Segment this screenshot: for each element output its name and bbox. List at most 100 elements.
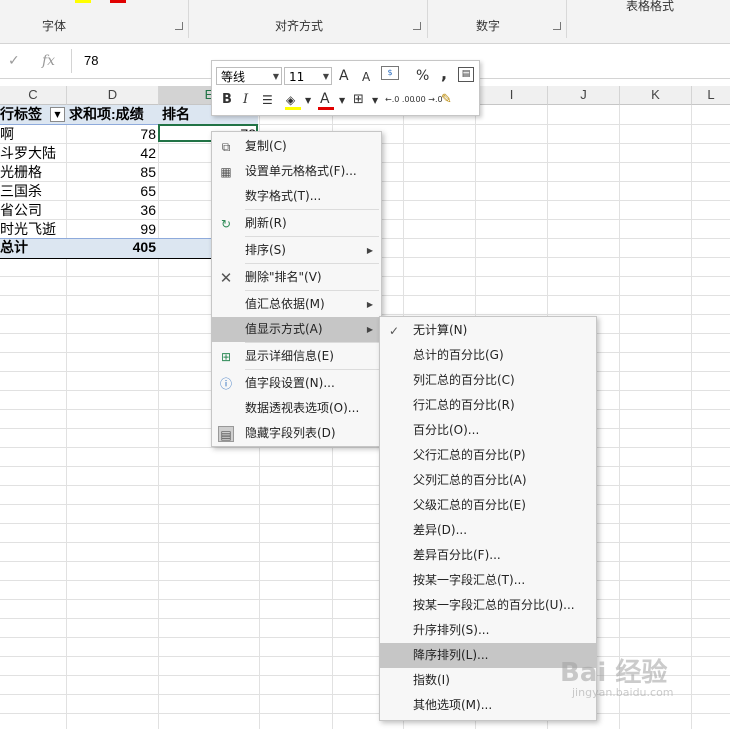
number-dialog-launcher-icon[interactable]: [553, 22, 561, 30]
percent-button[interactable]: %: [416, 67, 429, 85]
submenu-item[interactable]: 总计的百分比(G): [380, 343, 596, 368]
menu-item-format-cells[interactable]: ▦ 设置单元格格式(F)...: [212, 159, 381, 184]
insert-function-icon[interactable]: fx: [42, 53, 55, 69]
fill-color-swatch: [285, 107, 301, 110]
submenu-item[interactable]: 父级汇总的百分比(E): [380, 493, 596, 518]
cancel-icon[interactable]: ✓: [8, 53, 20, 69]
fill-color-dropdown-icon[interactable]: ▼: [305, 92, 311, 110]
italic-button[interactable]: I: [243, 91, 248, 109]
submenu-item[interactable]: 差异(D)...: [380, 518, 596, 543]
submenu-item-label: 升序排列(S)...: [413, 623, 490, 637]
borders-icon[interactable]: ⊞: [353, 91, 364, 109]
menu-item-label: 值显示方式(A): [245, 322, 323, 336]
shrink-font-button[interactable]: A: [362, 68, 370, 86]
font-color-swatch[interactable]: [110, 0, 126, 3]
font-color-button[interactable]: A: [320, 90, 330, 108]
row-value[interactable]: 36: [67, 201, 156, 220]
submenu-item[interactable]: 其他选项(M)...: [380, 693, 596, 718]
submenu-item-label: 行汇总的百分比(R): [413, 398, 515, 412]
format-cells-icon: ▦: [220, 165, 232, 179]
menu-item-show-values-as[interactable]: 值显示方式(A) ▶: [212, 317, 381, 342]
bold-button[interactable]: B: [222, 91, 232, 109]
formula-value: 78: [84, 53, 99, 68]
submenu-item[interactable]: 列汇总的百分比(C): [380, 368, 596, 393]
font-color-dropdown-icon[interactable]: ▼: [339, 92, 345, 110]
menu-item-field-settings[interactable]: ⓘ 值字段设置(N)...: [212, 371, 381, 396]
menu-separator: [245, 236, 379, 237]
grid-row-line: [0, 504, 730, 505]
submenu-item[interactable]: 按某一字段汇总(T)...: [380, 568, 596, 593]
row-label[interactable]: 时光飞逝: [0, 220, 64, 239]
comma-style-button[interactable]: ,: [441, 65, 447, 83]
row-label[interactable]: 三国杀: [0, 182, 64, 201]
row-label[interactable]: 省公司: [0, 201, 64, 220]
grid-row-line: [0, 485, 730, 486]
menu-item-remove-field[interactable]: ✕ 删除"排名"(V): [212, 265, 381, 290]
menu-item-label: 设置单元格格式(F)...: [245, 164, 357, 178]
alignment-dialog-launcher-icon[interactable]: [413, 22, 421, 30]
menu-item-sort[interactable]: 排序(S) ▶: [212, 238, 381, 263]
row-label[interactable]: 啊: [0, 125, 64, 144]
font-name-select[interactable]: 等线 ▼: [216, 67, 282, 85]
row-value[interactable]: 85: [67, 163, 156, 182]
menu-item-label: 值字段设置(N)...: [245, 376, 335, 390]
total-value[interactable]: 405: [67, 238, 156, 257]
decrease-decimal-button[interactable]: .00 →.0: [413, 91, 443, 109]
increase-decimal-button[interactable]: ←.0 .00: [385, 91, 415, 109]
total-label[interactable]: 总计: [0, 238, 64, 257]
font-name-value: 等线: [221, 70, 246, 84]
menu-item-show-details[interactable]: ⊞ 显示详细信息(E): [212, 344, 381, 369]
format-painter-icon[interactable]: ✎: [441, 91, 452, 109]
menu-item-copy[interactable]: ⧉ 复制(C): [212, 134, 381, 159]
menu-item-hide-field-list[interactable]: ▤ 隐藏字段列表(D): [212, 421, 381, 446]
column-header-c[interactable]: C: [0, 86, 67, 105]
menu-item-summarize-by[interactable]: 值汇总依据(M) ▶: [212, 292, 381, 317]
borders-dropdown-icon[interactable]: ▼: [372, 92, 378, 110]
format-painter-table-icon[interactable]: ▤: [458, 67, 474, 82]
font-size-select[interactable]: 11 ▼: [284, 67, 332, 85]
column-header-l[interactable]: L: [692, 86, 730, 105]
row-value[interactable]: 65: [67, 182, 156, 201]
column-header-d[interactable]: D: [67, 86, 159, 105]
submenu-item-label: 降序排列(L)...: [413, 648, 489, 662]
font-color-bar: [318, 107, 334, 110]
menu-item-pivot-options[interactable]: 数据透视表选项(O)...: [212, 396, 381, 421]
center-align-icon[interactable]: ☰: [262, 91, 273, 109]
filter-dropdown-icon[interactable]: ▼: [50, 107, 65, 122]
row-value[interactable]: 78: [67, 125, 156, 144]
row-label[interactable]: 光栅格: [0, 163, 64, 182]
refresh-icon: ↻: [220, 217, 232, 231]
column-header-i[interactable]: I: [476, 86, 548, 105]
submenu-item[interactable]: 百分比(O)...: [380, 418, 596, 443]
ribbon-divider: [566, 0, 567, 38]
column-header-k[interactable]: K: [620, 86, 692, 105]
column-header-j[interactable]: J: [548, 86, 620, 105]
row-value[interactable]: 42: [67, 144, 156, 163]
row-label[interactable]: 斗罗大陆: [0, 144, 64, 163]
submenu-item[interactable]: 行汇总的百分比(R): [380, 393, 596, 418]
menu-separator: [245, 263, 379, 264]
menu-item-label: 数字格式(T)...: [245, 189, 322, 203]
submenu-item[interactable]: 差异百分比(F)...: [380, 543, 596, 568]
font-dialog-launcher-icon[interactable]: [175, 22, 183, 30]
grow-font-button[interactable]: A: [339, 67, 349, 85]
sum-field-header[interactable]: 求和项:成绩: [69, 105, 157, 124]
submenu-item-no-calculation[interactable]: ✓ 无计算(N): [380, 318, 596, 343]
font-size-value: 11: [289, 70, 305, 84]
submenu-item[interactable]: 按某一字段汇总的百分比(U)...: [380, 593, 596, 618]
highlight-color-swatch[interactable]: [75, 0, 91, 3]
accounting-format-icon[interactable]: $: [381, 66, 399, 80]
show-detail-icon: ⊞: [220, 350, 232, 364]
table-format-button[interactable]: 表格格式: [626, 0, 674, 14]
submenu-item[interactable]: 父行汇总的百分比(P): [380, 443, 596, 468]
submenu-item-label: 按某一字段汇总(T)...: [413, 573, 526, 587]
submenu-item[interactable]: 升序排列(S)...: [380, 618, 596, 643]
watermark-brand: Bai 经验: [560, 658, 668, 688]
grid-row-line: [0, 542, 730, 543]
row-value[interactable]: 99: [67, 220, 156, 239]
menu-item-number-format[interactable]: 数字格式(T)...: [212, 184, 381, 209]
submenu-item[interactable]: 父列汇总的百分比(A): [380, 468, 596, 493]
row-labels-header[interactable]: 行标签: [0, 105, 48, 124]
menu-item-label: 值汇总依据(M): [245, 297, 325, 311]
menu-item-refresh[interactable]: ↻ 刷新(R): [212, 211, 381, 236]
